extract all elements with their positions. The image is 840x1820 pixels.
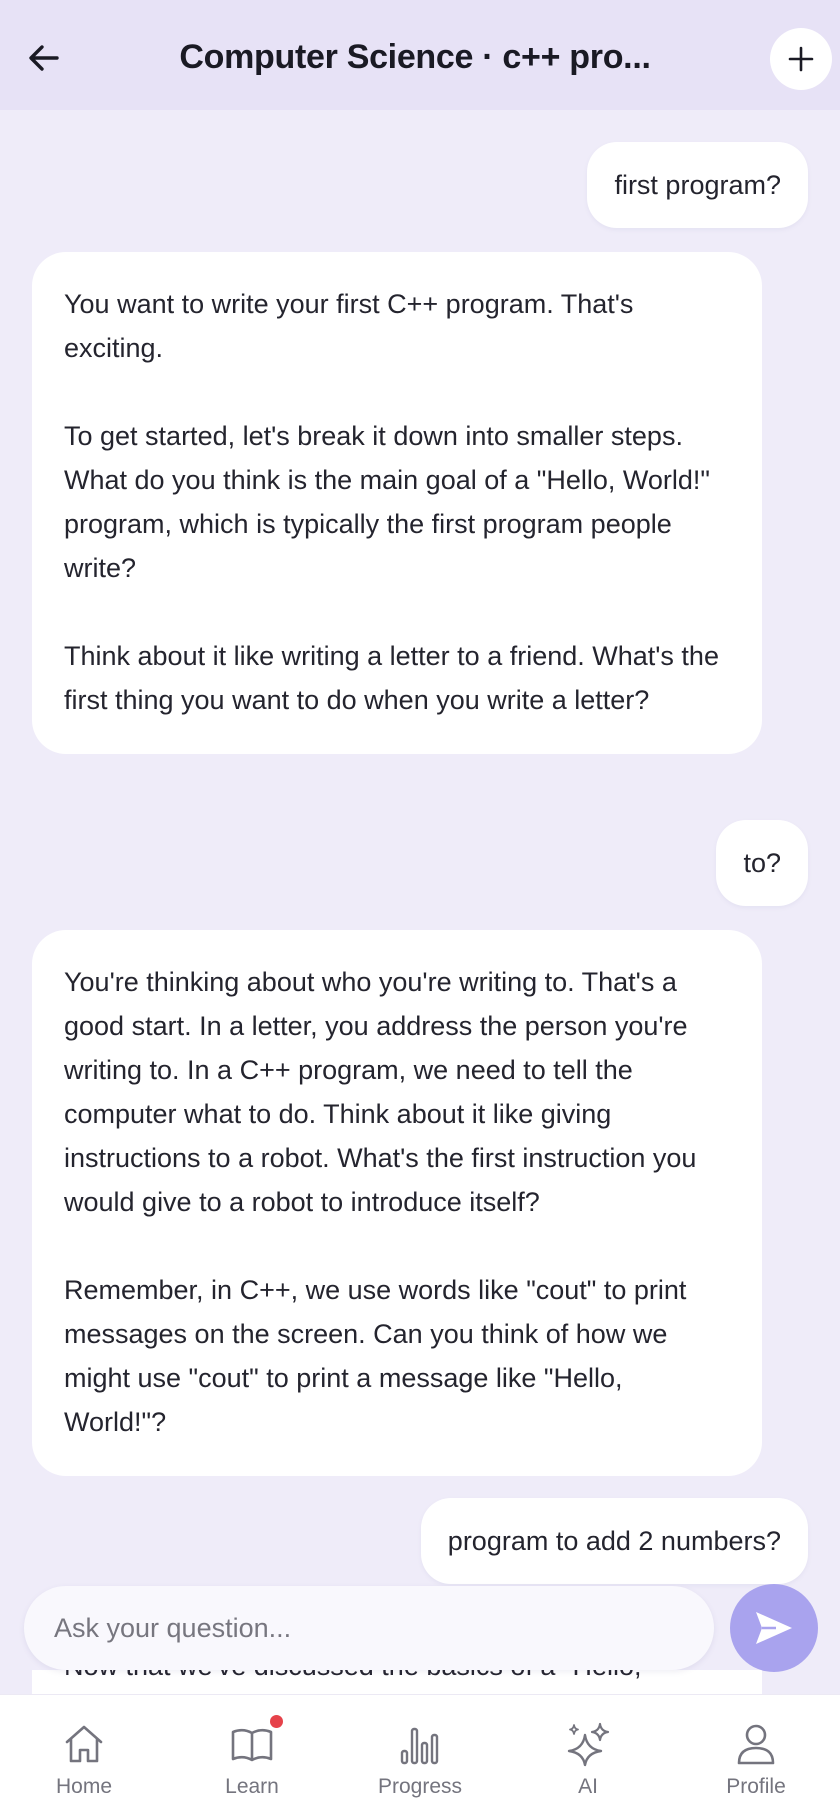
send-button[interactable] [730, 1584, 818, 1672]
send-icon [756, 1612, 792, 1644]
home-icon [65, 1725, 103, 1763]
message-paragraph: Remember, in C++, we use words like "cou… [64, 1275, 687, 1437]
assistant-message: You want to write your first C++ program… [32, 252, 762, 754]
book-icon [231, 1728, 273, 1762]
nav-label: Profile [726, 1775, 786, 1798]
chat-thread[interactable]: first program? You want to write your fi… [0, 110, 840, 1690]
message-paragraph: Now that we've discussed the basics of a… [32, 1670, 762, 1688]
bar-chart-icon [400, 1727, 439, 1765]
user-icon [737, 1724, 775, 1765]
assistant-message-partial: Now that we've discussed the basics of a… [32, 1670, 762, 1694]
nav-label: Home [55, 1775, 113, 1798]
plus-icon [788, 46, 814, 72]
user-message: program to add 2 numbers? [420, 1498, 808, 1584]
page-title: Computer Science · c++ pro... [179, 38, 651, 76]
arrow-left-icon [29, 45, 59, 71]
message-paragraph: You want to write your first C++ program… [64, 289, 634, 363]
user-message: to? [716, 820, 808, 906]
top-bar: Computer Science · c++ pro... [0, 0, 840, 110]
nav-item-home[interactable]: Home [0, 1695, 168, 1820]
message-text: first program? [614, 170, 781, 200]
message-text: program to add 2 numbers? [447, 1526, 781, 1556]
user-message: first program? [587, 142, 808, 228]
message-paragraph: Think about it like writing a letter to … [64, 641, 719, 715]
nav-item-learn[interactable]: Learn [168, 1695, 336, 1820]
nav-item-ai[interactable]: AI [504, 1695, 672, 1820]
message-text: to? [743, 848, 781, 878]
sparkles-icon [567, 1722, 610, 1767]
new-chat-button[interactable] [770, 28, 832, 90]
message-paragraph: You're thinking about who you're writing… [64, 967, 697, 1217]
back-button[interactable] [22, 36, 66, 80]
message-paragraph: To get started, let's break it down into… [64, 421, 710, 583]
notification-badge [270, 1715, 283, 1728]
bottom-navigation: Home Learn Progress AI Profile [0, 1694, 840, 1820]
nav-item-profile[interactable]: Profile [672, 1695, 840, 1820]
nav-label: Progress [377, 1775, 463, 1798]
question-input[interactable] [54, 1612, 714, 1644]
nav-label: Learn [225, 1775, 279, 1798]
question-input-wrapper [24, 1586, 714, 1670]
assistant-message: You're thinking about who you're writing… [32, 930, 762, 1476]
nav-item-progress[interactable]: Progress [336, 1695, 504, 1820]
nav-label: AI [578, 1775, 598, 1798]
